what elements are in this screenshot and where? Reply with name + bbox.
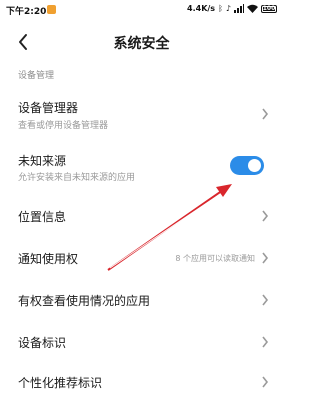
setting-value: 8 个应用可以读取通知 xyxy=(175,254,255,263)
app-notification-icon xyxy=(47,5,56,14)
unknown-sources-toggle[interactable] xyxy=(230,156,264,175)
setting-unknown-sources[interactable]: 未知来源 允许安装来自未知来源的应用 xyxy=(0,148,283,188)
setting-subtitle: 查看或停用设备管理器 xyxy=(18,121,109,131)
chevron-right-icon xyxy=(262,376,269,388)
network-speed: 4.4K/s xyxy=(187,4,216,13)
section-label: 设备管理 xyxy=(18,71,55,81)
setting-usage-access[interactable]: 有权查看使用情况的应用 xyxy=(0,284,283,316)
battery-level: 100 xyxy=(262,4,276,12)
chevron-right-icon xyxy=(262,294,269,306)
setting-personalized-ad-id[interactable]: 个性化推荐标识 xyxy=(0,366,283,398)
battery-icon: 100 xyxy=(261,4,277,13)
setting-notification-access[interactable]: 通知使用权 8 个应用可以读取通知 xyxy=(0,242,283,274)
setting-title: 个性化推荐标识 xyxy=(18,376,103,390)
setting-title: 设备标识 xyxy=(18,336,67,350)
setting-subtitle: 允许安装来自未知来源的应用 xyxy=(18,173,136,183)
setting-device-id[interactable]: 设备标识 xyxy=(0,326,283,358)
header: 系统安全 xyxy=(0,24,283,60)
signal-icon xyxy=(234,4,244,13)
setting-title: 通知使用权 xyxy=(18,252,79,266)
bluetooth-icon: ᛒ xyxy=(218,4,223,13)
status-icons: 4.4K/s ᛒ ♪ 100 xyxy=(187,4,277,13)
setting-device-manager[interactable]: 设备管理器 查看或停用设备管理器 xyxy=(0,92,283,138)
setting-title: 位置信息 xyxy=(18,210,67,224)
mute-icon: ♪ xyxy=(225,4,231,13)
chevron-right-icon xyxy=(262,336,269,348)
setting-title: 未知来源 xyxy=(18,154,67,168)
status-bar: 下午2:20 4.4K/s ᛒ ♪ 100 xyxy=(0,0,283,20)
chevron-right-icon xyxy=(262,252,269,264)
setting-title: 设备管理器 xyxy=(18,101,79,115)
status-time: 下午2:20 xyxy=(6,7,47,17)
chevron-right-icon xyxy=(262,210,269,222)
page-title: 系统安全 xyxy=(113,36,170,52)
setting-title: 有权查看使用情况的应用 xyxy=(18,294,151,308)
setting-location[interactable]: 位置信息 xyxy=(0,200,283,232)
toggle-knob xyxy=(248,159,261,172)
chevron-right-icon xyxy=(262,108,269,120)
wifi-icon xyxy=(247,4,258,13)
